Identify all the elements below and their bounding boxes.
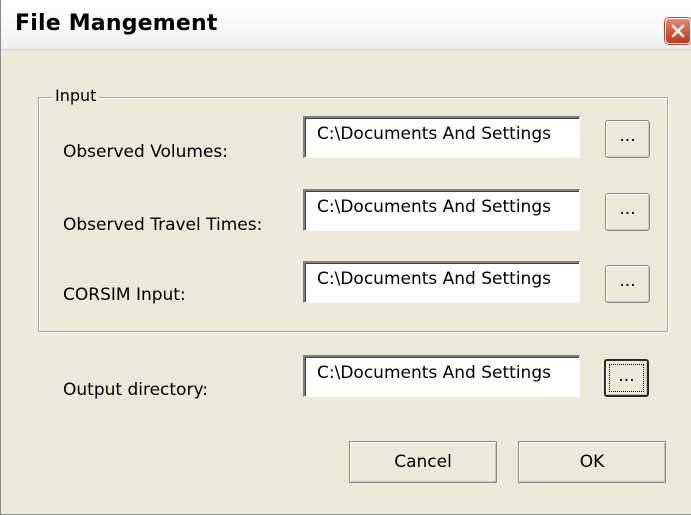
observed-volumes-field[interactable]: C:\Documents And Settings [303,116,580,158]
corsim-input-label: CORSIM Input: [63,285,186,305]
output-directory-label: Output directory: [63,380,208,400]
output-directory-field[interactable]: C:\Documents And Settings [303,355,580,397]
dialog-body: Input Observed Volumes: C:\Documents And… [1,50,691,515]
output-directory-value: C:\Documents And Settings [317,363,551,383]
browse-label: ... [619,126,636,146]
window-title: File Mangement [15,11,218,36]
observed-travel-times-label: Observed Travel Times: [63,215,263,235]
close-button[interactable] [665,18,691,44]
corsim-input-field[interactable]: C:\Documents And Settings [303,261,580,303]
title-bar[interactable]: File Mangement [1,0,691,50]
observed-travel-times-value: C:\Documents And Settings [317,197,551,217]
file-management-dialog: File Mangement Input Observed Volumes: C… [0,0,691,515]
observed-travel-times-field[interactable]: C:\Documents And Settings [303,189,580,231]
cancel-button[interactable]: Cancel [349,441,497,483]
browse-label: ... [619,271,636,291]
browse-label: ... [619,199,636,219]
observed-volumes-value: C:\Documents And Settings [317,124,551,144]
corsim-input-browse-button[interactable]: ... [605,265,650,303]
browse-label: ... [618,366,635,386]
close-icon [671,24,685,38]
ok-button[interactable]: OK [518,441,666,483]
observed-travel-times-browse-button[interactable]: ... [605,193,650,231]
input-group-legend: Input [52,86,100,105]
observed-volumes-label: Observed Volumes: [63,142,229,162]
corsim-input-value: C:\Documents And Settings [317,269,551,289]
observed-volumes-browse-button[interactable]: ... [605,120,650,158]
output-directory-browse-button[interactable]: ... [604,359,649,397]
